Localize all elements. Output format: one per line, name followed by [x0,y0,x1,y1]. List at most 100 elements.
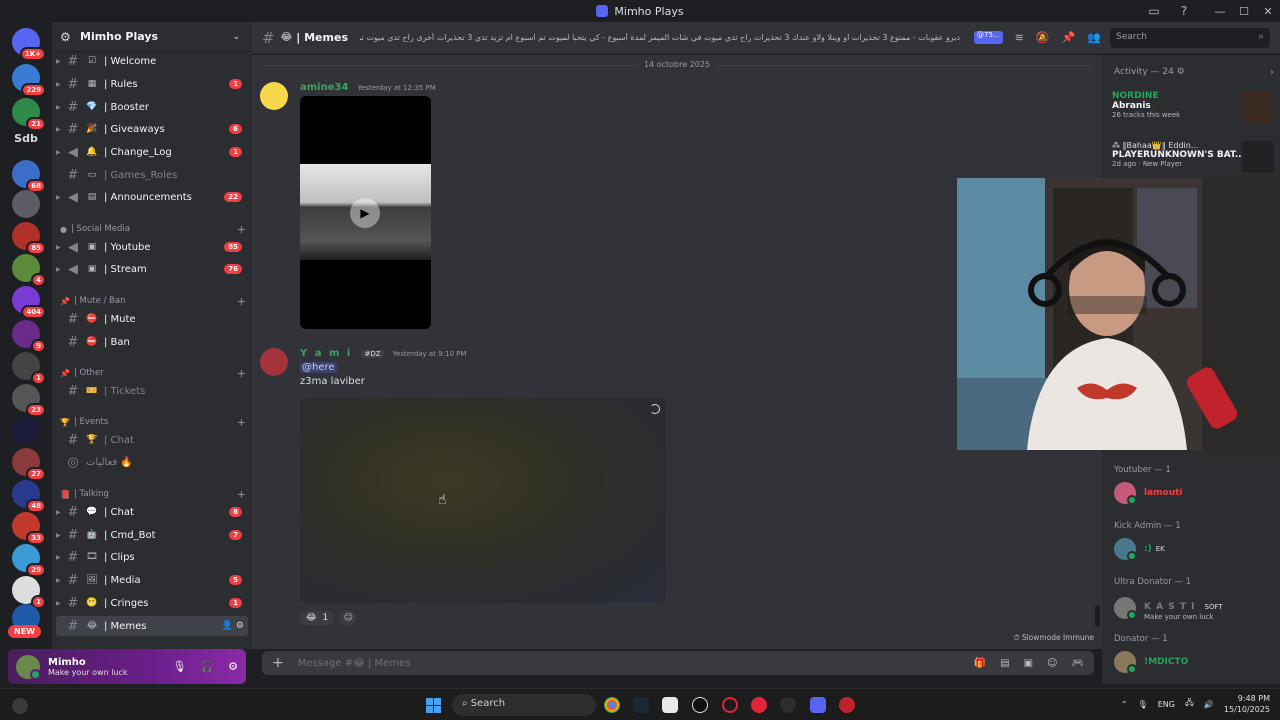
windows-start-icon[interactable] [426,698,441,713]
guild-header[interactable]: ⚙ Mimho Plays ⌄ [52,22,252,52]
microphone-icon[interactable]: 🎙 [1138,700,1148,709]
category-events[interactable]: 🏆 | Events + [60,415,246,429]
server-icon[interactable]: 68 [12,160,46,193]
channel-games-roles[interactable]: # ▭ | Games_Roles [56,165,248,185]
channel-giveaways[interactable]: ▶ # 🎉 | Giveaways 6 [56,119,248,139]
reaction-laughing[interactable]: 😂 1 [300,611,335,625]
server-icon[interactable] [12,416,40,444]
loading-media-embed[interactable] [300,398,666,603]
avatar[interactable] [260,348,288,376]
server-icon[interactable]: 29 [12,544,46,577]
gear-icon[interactable]: ⚙ [1177,67,1185,77]
video-attachment[interactable]: ▶ [300,96,431,329]
server-icon[interactable]: 1 [12,352,46,385]
discord-taskbar-icon[interactable] [810,697,826,713]
server-icon[interactable]: 27 [12,448,46,481]
server-icon[interactable] [12,190,40,218]
channel-rules[interactable]: ▶ # ▦ | Rules 1 [56,74,248,94]
channel-events-stage[interactable]: ◎ فعاليات 🔥 [56,452,248,472]
emoji-icon[interactable]: ☺ [1047,658,1057,669]
headphones-icon[interactable]: 🎧 [200,660,214,673]
channel-clips[interactable]: ▶ # 🎞 | Clips [56,547,248,567]
channel-cmd-bot[interactable]: ▶ # 🤖 | Cmd_Bot 7 [56,525,248,545]
mention-here[interactable]: @here [300,362,337,373]
add-channel-icon[interactable]: + [237,416,246,429]
settings-app-icon[interactable] [780,697,796,713]
member-item[interactable]: !MDICTO [1114,651,1188,674]
server-icon[interactable]: 23 [12,384,46,417]
server-icon[interactable]: 404 [12,286,46,319]
server-icon[interactable]: 21 [12,98,46,131]
server-icon[interactable]: 4 [12,254,46,287]
network-icon[interactable]: 🖧 [1185,697,1194,711]
member-item[interactable]: K A S T I SOFT Make your own luck [1114,594,1223,621]
channel-memes[interactable]: # 😂 | Memes 👤 ⚙ [56,616,248,636]
server-icon[interactable]: 1 [12,576,46,609]
notification-mute-icon[interactable]: 🔕 [1036,31,1050,44]
mention-pill[interactable]: @75... [974,31,1003,44]
category-other[interactable]: 📌 | Other + [60,366,246,380]
weather-widget-icon[interactable] [12,698,28,714]
threads-icon[interactable]: ≋ [1015,31,1024,44]
channel-events-chat[interactable]: # 🏆 | Chat [56,430,248,450]
play-icon[interactable]: ▶ [350,198,380,228]
sticker-icon[interactable]: ▣ [1024,658,1033,669]
chevron-right-icon[interactable]: › [1270,67,1274,78]
gear-icon[interactable]: ⚙ [228,660,238,673]
channel-topic[interactable]: دبرو عقوبات - ممنوع 3 تحذيرات او وينلا و… [360,33,960,42]
volume-icon[interactable]: 🔊 [1204,700,1214,709]
channel-youtube[interactable]: ▶ ◀ ▣ | Youtube 85 [56,237,248,257]
clock[interactable]: 9:48 PM 15/10/2025 [1224,693,1270,715]
new-badge[interactable]: NEW [8,625,41,638]
message-author[interactable]: amine34 [300,82,348,93]
opera-gx-icon[interactable] [751,697,767,713]
category-mute-ban[interactable]: 📌 | Mute / Ban + [60,294,246,308]
channel-mute[interactable]: # ⛔ | Mute [56,309,248,329]
server-text-icon[interactable]: Sdb [8,132,44,145]
server-icon[interactable]: 229 [12,64,46,97]
gif-icon[interactable]: ▤ [1000,658,1009,669]
add-channel-icon[interactable]: + [237,295,246,308]
member-item[interactable]: lamouti [1114,482,1183,505]
app-icon[interactable] [662,697,678,713]
invite-icon[interactable]: 👤 [222,621,233,631]
avatar[interactable] [16,654,41,680]
pin-icon[interactable]: 📌 [1062,31,1076,44]
user-panel[interactable]: Mimho Make your own luck 🎙 🎧 ⚙ [8,649,246,684]
message-input[interactable]: Message #😂 | Memes [298,658,411,669]
language-indicator[interactable]: ENG [1158,700,1175,709]
add-channel-icon[interactable]: + [237,367,246,380]
activity-card-nordine[interactable]: NORDINE Abranis 26 tracks this week [1112,91,1274,123]
server-icon[interactable]: 33 [12,512,46,545]
add-attachment-icon[interactable]: + [272,655,284,671]
microphone-icon[interactable]: 🎙 [172,660,186,673]
channel-cringes[interactable]: ▶ # 😬 | Cringes 1 [56,593,248,613]
channel-announcements[interactable]: ▶ ◀ ▤ | Announcements 22 [56,187,248,207]
activity-header[interactable]: Activity — 24 ⚙ › [1114,67,1274,78]
category-talking[interactable]: 📕 | Talking + [60,487,246,501]
channel-booster[interactable]: ▶ # 💎 | Booster [56,97,248,117]
channel-ban[interactable]: # ⛔ | Ban [56,332,248,352]
search-input[interactable]: Search ⌕ [1110,28,1270,48]
inbox-icon[interactable]: ▭ [1146,3,1162,19]
activity-card-bahaa[interactable]: ⁂ ‖Bahaa👑‖ Eddin... PLAYERUNKNOWN'S BAT.… [1112,141,1274,173]
gear-icon[interactable]: ⚙ [236,621,244,631]
add-channel-icon[interactable]: + [237,488,246,501]
app-red-icon[interactable] [839,697,855,713]
channel-media[interactable]: ▶ # 🖼 | Media 5 [56,570,248,590]
opera-icon[interactable] [722,697,738,713]
app-launcher-icon[interactable]: 🎮 [1072,658,1084,669]
channel-welcome[interactable]: ▶ # ☑ | Welcome [56,51,248,71]
server-icon[interactable]: 48 [12,480,46,513]
help-icon[interactable]: ? [1176,3,1192,19]
gift-icon[interactable]: 🎁 [974,658,986,669]
chevron-up-icon[interactable]: ⌃ [1121,700,1128,709]
steam-icon[interactable] [633,697,649,713]
home-button[interactable]: 1K+ [12,28,46,61]
chrome-icon[interactable] [604,697,620,713]
message-mention[interactable]: @here [300,362,337,373]
member-list-icon[interactable]: 👥 [1087,31,1101,44]
member-item[interactable]: :) EK [1114,538,1165,561]
channel-tickets[interactable]: # 🎫 | Tickets [56,381,248,401]
channel-change-log[interactable]: ▶ ◀ 🔔 | Change_Log 1 [56,142,248,162]
